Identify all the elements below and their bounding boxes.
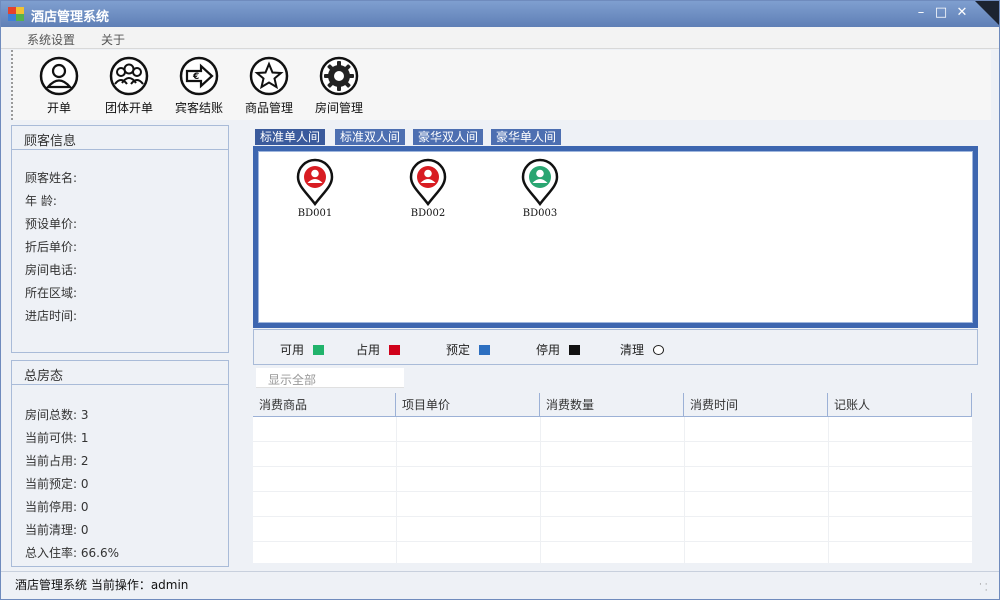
svg-text:€: €: [192, 72, 199, 82]
area-label: 所在区域:: [25, 286, 78, 300]
status-text: 酒店管理系统 当前操作：admin: [15, 578, 189, 592]
tab-standard-single[interactable]: 标准单人间: [255, 129, 326, 145]
show-all-filter[interactable]: 显示全部: [256, 368, 404, 388]
column-divider: [396, 417, 397, 563]
tab-deluxe-double[interactable]: 豪华双人间: [413, 129, 484, 145]
column-divider: [684, 417, 685, 563]
consumption-table: 消费商品 项目单价 消费数量 消费时间 记账人: [253, 393, 972, 563]
guest-age-label: 年 龄:: [25, 194, 57, 208]
column-header[interactable]: 消费商品: [253, 393, 396, 417]
legend-swatch: [653, 345, 665, 355]
corner-decoration: [975, 1, 999, 25]
column-header[interactable]: 消费时间: [684, 393, 828, 417]
goods-management-label: 商品管理: [244, 101, 293, 115]
goods-management-button[interactable]: 商品管理: [235, 56, 303, 116]
table-row[interactable]: [253, 417, 972, 442]
maximize-icon[interactable]: □: [933, 5, 949, 21]
room-management-label: 房间管理: [314, 101, 363, 115]
tab-deluxe-single[interactable]: 豪华单人间: [491, 129, 562, 145]
resize-grip-icon[interactable]: · · ·: [979, 581, 991, 596]
menu-system-settings[interactable]: 系统设置: [27, 31, 75, 48]
status-bar: 酒店管理系统 当前操作：admin · · ·: [1, 571, 999, 599]
table-header: 消费商品 项目单价 消费数量 消费时间 记账人: [253, 393, 972, 417]
checkin-time-label: 进店时间:: [25, 309, 78, 323]
open-order-button[interactable]: 开单: [25, 56, 93, 116]
status-legend: 可用 占用 预定 停用 清理: [253, 329, 978, 365]
legend-label: 占用: [356, 343, 381, 357]
checkout-label: 宾客结账: [174, 101, 223, 115]
menu-about[interactable]: 关于: [101, 31, 125, 48]
legend-label: 可用: [280, 343, 305, 357]
room-pin-icon: [296, 158, 334, 206]
person-icon: [39, 56, 79, 96]
column-divider: [540, 417, 541, 563]
table-row[interactable]: [253, 467, 972, 492]
toolbar: 开单 团体开单 € 宾客结账 商品管理 房间管理: [11, 50, 991, 120]
group-order-label: 团体开单: [104, 101, 153, 115]
legend-label: 停用: [536, 343, 561, 357]
preset-price-label: 预设单价:: [25, 217, 78, 231]
menu-bar: 系统设置 关于: [1, 27, 999, 49]
guest-info-panel: 顾客信息 顾客姓名: 年 龄: 预设单价: 折后单价: 房间电话: 所在区域: …: [11, 125, 229, 353]
room-status-panel: 总房态 房间总数: 3 当前可供: 1 当前占用: 2 当前预定: 0 当前停用…: [11, 360, 229, 567]
checkout-icon: €: [179, 56, 219, 96]
star-icon: [249, 56, 289, 96]
window-title: 酒店管理系统: [31, 10, 110, 25]
discount-price-label: 折后单价:: [25, 240, 78, 254]
reserved-rooms: 当前预定: 0: [25, 477, 89, 491]
total-rooms: 房间总数: 3: [25, 408, 89, 422]
guest-info-title: 顾客信息: [12, 126, 228, 150]
room-card[interactable]: BD003: [510, 158, 570, 219]
legend-disabled: 停用: [536, 341, 581, 358]
table-row[interactable]: [253, 542, 972, 567]
legend-label: 预定: [446, 343, 471, 357]
rooms-grid: BD001 BD002 BD003: [258, 151, 973, 323]
available-rooms: 当前可供: 1: [25, 431, 89, 445]
room-id: BD003: [522, 208, 558, 219]
legend-available: 可用: [280, 341, 325, 358]
room-phone-label: 房间电话:: [25, 263, 78, 277]
table-row[interactable]: [253, 517, 972, 542]
cleaning-rooms: 当前清理: 0: [25, 523, 89, 537]
disabled-rooms: 当前停用: 0: [25, 500, 89, 514]
legend-swatch: [389, 345, 401, 355]
legend-label: 清理: [620, 343, 645, 357]
room-pin-icon: [409, 158, 447, 206]
legend-reserved: 预定: [446, 341, 491, 358]
app-icon: [8, 7, 24, 21]
table-row[interactable]: [253, 492, 972, 517]
column-header[interactable]: 项目单价: [396, 393, 540, 417]
room-pin-icon: [521, 158, 559, 206]
group-order-button[interactable]: 团体开单: [95, 56, 163, 116]
occupancy-rate: 总入住率: 66.6%: [25, 546, 119, 560]
legend-swatch: [479, 345, 491, 355]
column-divider: [828, 417, 829, 563]
legend-cleaning: 清理: [620, 341, 665, 358]
room-status-title: 总房态: [12, 361, 228, 385]
occupied-rooms: 当前占用: 2: [25, 454, 89, 468]
guest-name-label: 顾客姓名:: [25, 171, 78, 185]
checkout-button[interactable]: € 宾客结账: [165, 56, 233, 116]
title-bar: 酒店管理系统 – □ ✕: [1, 1, 999, 27]
group-icon: [109, 56, 149, 96]
room-id: BD002: [410, 208, 446, 219]
open-order-label: 开单: [46, 101, 71, 115]
column-header[interactable]: 记账人: [828, 393, 972, 417]
room-card[interactable]: BD001: [285, 158, 345, 219]
gear-icon: [319, 56, 359, 96]
legend-swatch: [569, 345, 581, 355]
room-card[interactable]: BD002: [398, 158, 458, 219]
room-id: BD001: [297, 208, 333, 219]
tab-standard-double[interactable]: 标准双人间: [335, 129, 406, 145]
column-header[interactable]: 消费数量: [540, 393, 684, 417]
rooms-panel: BD001 BD002 BD003: [253, 146, 978, 328]
table-row[interactable]: [253, 442, 972, 467]
close-icon[interactable]: ✕: [954, 5, 970, 21]
main-window: 酒店管理系统 – □ ✕ 系统设置 关于 开单 团体开单 € 宾客结账 商品管理…: [0, 0, 1000, 600]
room-management-button[interactable]: 房间管理: [305, 56, 373, 116]
minimize-icon[interactable]: –: [913, 5, 929, 21]
legend-swatch: [313, 345, 325, 355]
legend-occupied: 占用: [356, 341, 401, 358]
